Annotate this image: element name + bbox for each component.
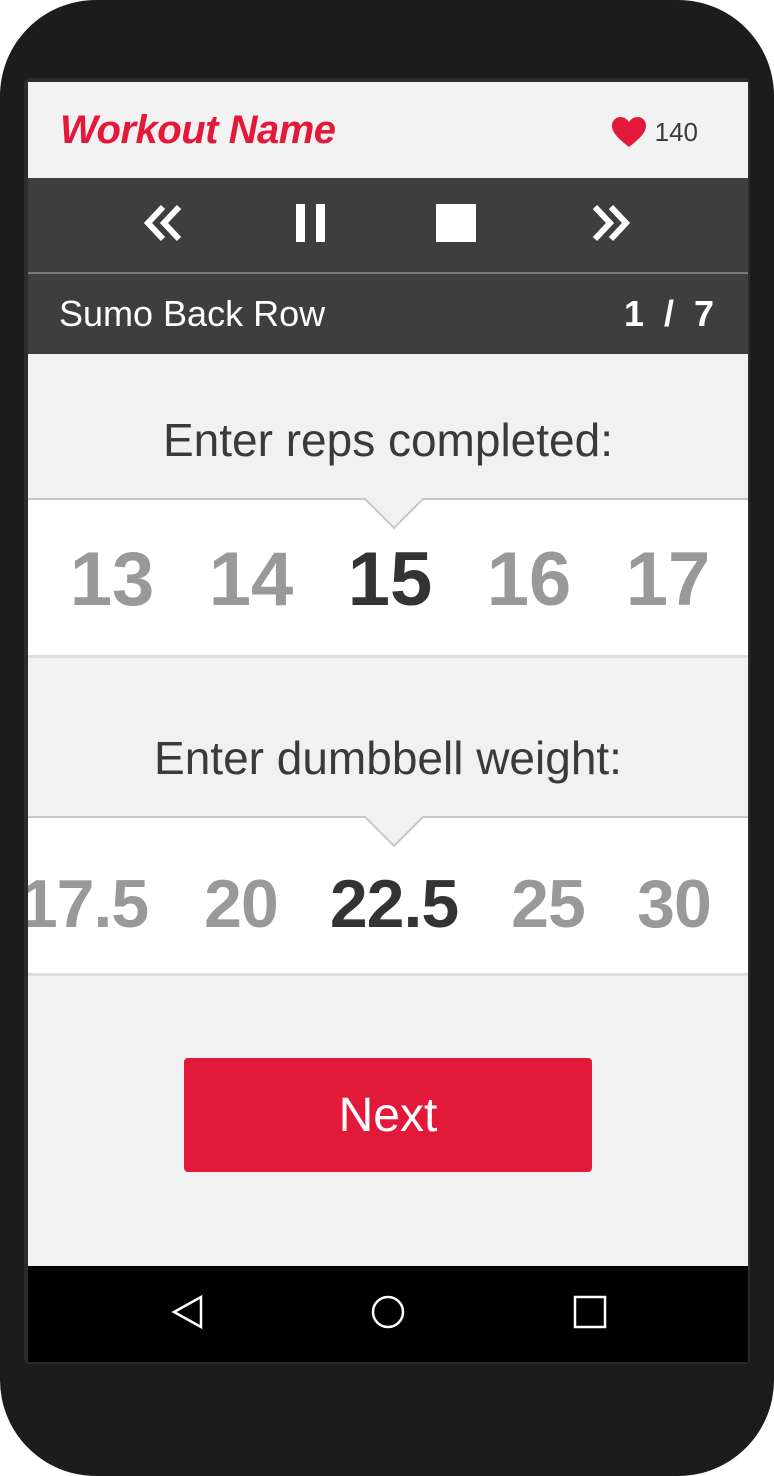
workout-name: Workout Name	[60, 108, 336, 152]
reps-picker[interactable]: 13 14 15 16 17	[28, 498, 748, 658]
weight-option-selected[interactable]: 22.5	[330, 864, 459, 944]
reps-option[interactable]: 17	[626, 540, 711, 620]
back-button[interactable]	[166, 1292, 210, 1336]
fast-forward-icon	[585, 198, 635, 253]
app-header: Workout Name 140	[28, 82, 748, 178]
reps-option[interactable]: 13	[70, 540, 155, 620]
heart-rate: 140	[611, 114, 698, 150]
reps-option[interactable]: 16	[487, 540, 572, 620]
weight-picker[interactable]: 17.5 20 22.5 25 30	[28, 816, 748, 976]
stop-icon	[431, 198, 481, 253]
exercise-name: Sumo Back Row	[59, 293, 326, 334]
reps-option[interactable]: 14	[209, 540, 294, 620]
phone-frame: Workout Name 140 Sumo Back Row 1 / 7 Ent…	[0, 0, 774, 1476]
weight-option[interactable]: 17.5	[28, 864, 149, 944]
recents-button[interactable]	[568, 1292, 612, 1336]
weight-option[interactable]: 25	[511, 864, 586, 944]
pause-icon	[286, 198, 336, 253]
picker-pointer	[364, 816, 424, 848]
weight-option[interactable]: 30	[637, 864, 712, 944]
reps-option-selected[interactable]: 15	[348, 540, 433, 620]
screen: Workout Name 140 Sumo Back Row 1 / 7 Ent…	[24, 78, 750, 1364]
heart-icon	[611, 116, 647, 148]
app-screen: Workout Name 140 Sumo Back Row 1 / 7 Ent…	[28, 82, 748, 1362]
picker-pointer	[364, 498, 424, 530]
exercise-bar: Sumo Back Row 1 / 7	[28, 274, 748, 354]
fast-forward-button[interactable]	[585, 200, 635, 250]
home-icon	[370, 1294, 406, 1335]
playback-controls	[28, 178, 748, 272]
system-nav-bar	[28, 1266, 748, 1362]
rewind-icon	[139, 198, 189, 253]
reps-prompt: Enter reps completed:	[162, 414, 613, 466]
weight-prompt: Enter dumbbell weight:	[154, 732, 622, 784]
heart-rate-value: 140	[654, 117, 698, 147]
next-button[interactable]: Next	[184, 1058, 592, 1172]
weight-option[interactable]: 20	[204, 864, 279, 944]
stop-button[interactable]	[431, 200, 481, 250]
exercise-progress: 1 / 7	[623, 293, 716, 334]
home-button[interactable]	[366, 1292, 410, 1336]
pause-button[interactable]	[286, 200, 336, 250]
recents-icon	[572, 1294, 608, 1335]
rewind-button[interactable]	[139, 200, 189, 250]
back-icon	[170, 1294, 206, 1335]
